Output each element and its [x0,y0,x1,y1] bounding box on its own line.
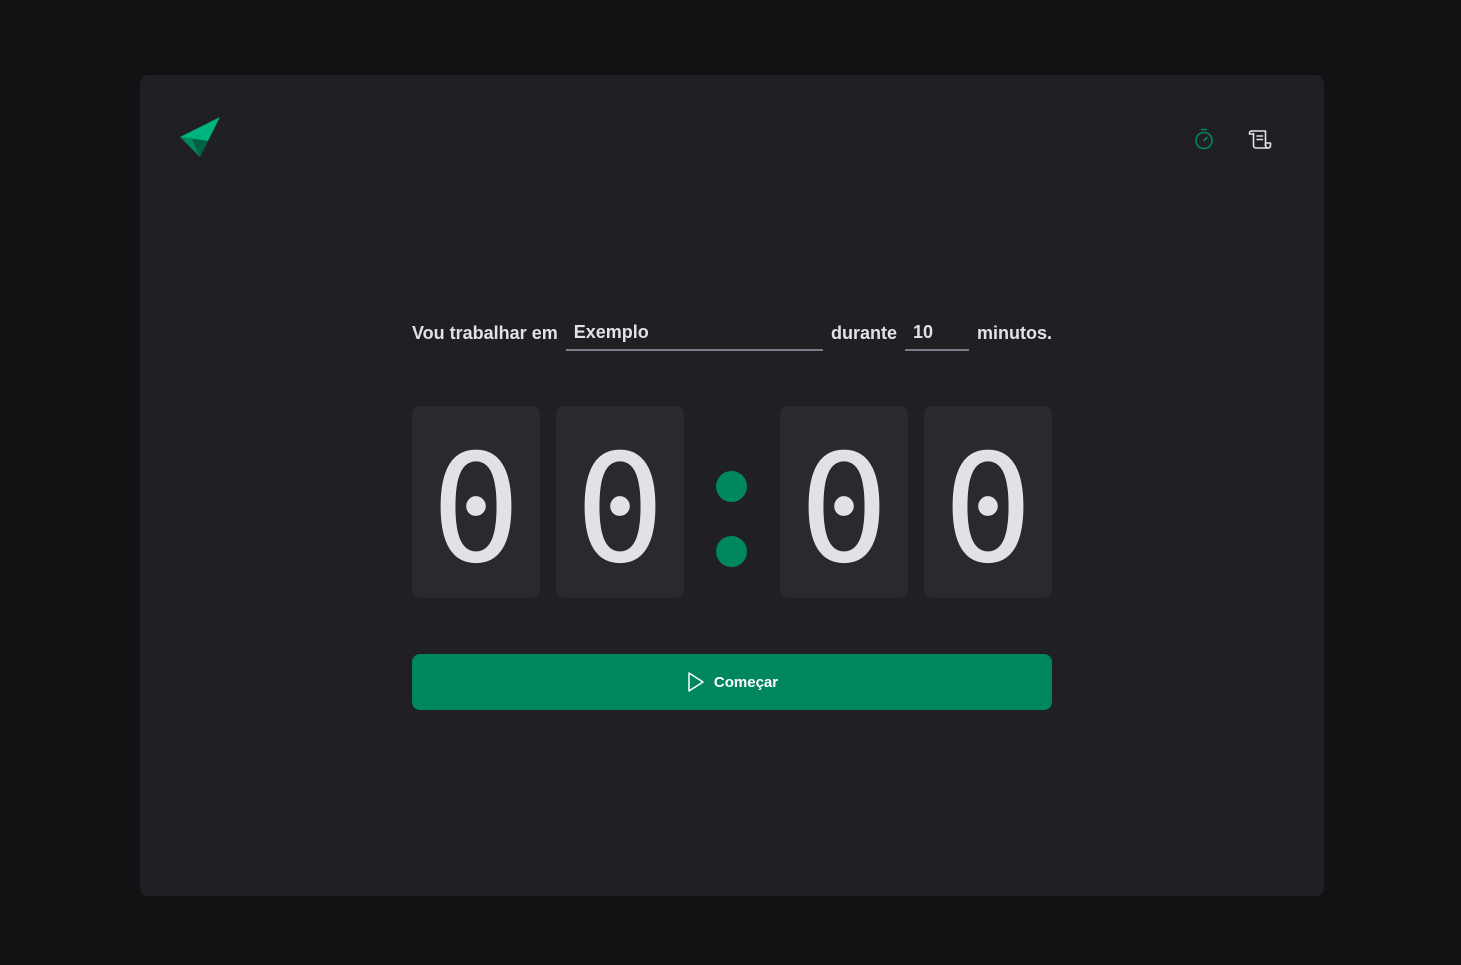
minutes-input[interactable] [905,315,969,351]
countdown-separator [700,406,764,598]
header-nav [1192,127,1272,151]
minutes-tens-digit: 0 [412,406,540,598]
minutes-ones-digit: 0 [556,406,684,598]
separator-dot-bottom [716,536,747,567]
play-icon [688,672,704,692]
task-label: Vou trabalhar em [412,322,558,343]
start-button[interactable]: Começar [412,654,1052,710]
task-input[interactable] [565,315,823,351]
duration-label: durante [830,322,897,343]
nav-history-link[interactable] [1248,127,1272,151]
history-scroll-icon [1248,130,1272,149]
start-button-label: Começar [713,673,779,691]
separator-dot-top [716,471,747,502]
countdown: 0 0 0 0 [412,406,1052,598]
seconds-ones-digit: 0 [924,406,1052,598]
minutes-suffix: minutos. [977,322,1052,343]
nav-timer-link[interactable] [1192,127,1216,151]
timer-icon [1195,128,1213,150]
app-container: Vou trabalhar em durante minutos. 0 0 0 … [140,75,1324,896]
logo-icon [180,117,220,157]
task-form: Vou trabalhar em durante minutos. [412,315,1052,351]
seconds-tens-digit: 0 [780,406,908,598]
